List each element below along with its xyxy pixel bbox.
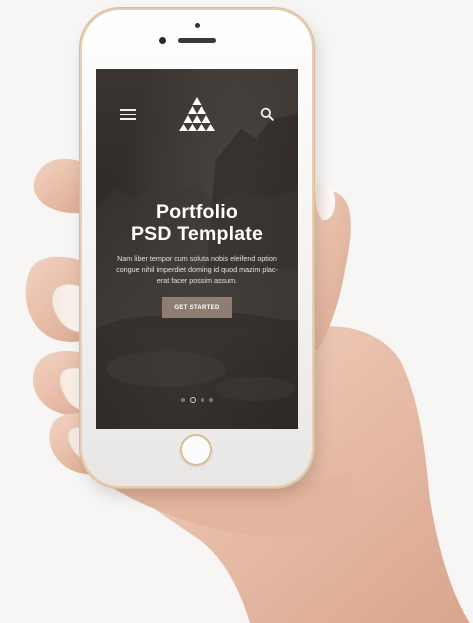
earpiece-speaker [178, 38, 216, 43]
slider-dot-2-active[interactable] [189, 397, 196, 403]
triangle-logo-icon[interactable] [178, 97, 216, 131]
hamburger-menu-icon[interactable] [120, 109, 136, 120]
slider-dot-3[interactable] [200, 398, 205, 402]
hero-description-line-3: erat facer possim assum. [156, 276, 238, 285]
slider-pagination [96, 397, 298, 403]
hero-description-line-1: Nam liber tempor cum soluta nobis eleife… [117, 254, 277, 263]
home-button[interactable] [180, 434, 212, 466]
front-sensor [195, 23, 200, 28]
hero-description: Nam liber tempor cum soluta nobis eleife… [116, 253, 278, 286]
search-icon[interactable] [260, 107, 274, 121]
get-started-button[interactable]: GET STARTED [162, 297, 232, 318]
phone-screen: Portfolio PSD Template Nam liber tempor … [96, 69, 298, 429]
hero-title-line-2: PSD Template [130, 223, 264, 245]
hero-title: Portfolio PSD Template [96, 201, 298, 245]
hero-title-line-1: Portfolio [156, 201, 238, 223]
device-mockup: Portfolio PSD Template Nam liber tempor … [0, 0, 473, 623]
hero-description-line-2: congue nihil imperdiet doming id quod ma… [116, 265, 278, 274]
slider-dot-4[interactable] [209, 398, 213, 402]
front-camera [159, 37, 166, 44]
slider-dot-1[interactable] [181, 398, 185, 402]
